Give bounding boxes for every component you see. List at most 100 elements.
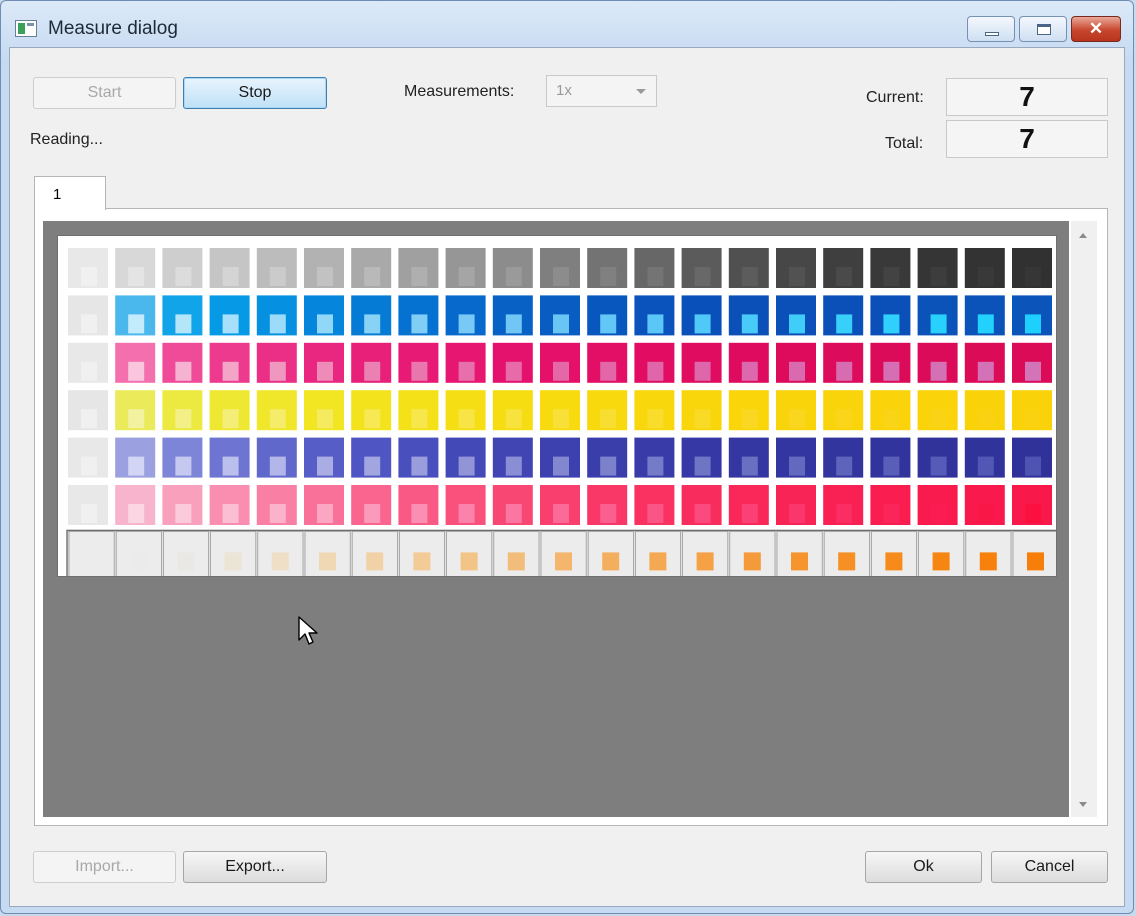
- reference-patch-11: [540, 530, 587, 576]
- color-patch-red-17: [823, 485, 864, 525]
- color-patch-cyan-19: [917, 295, 958, 336]
- color-patch-black-21: [1012, 248, 1052, 288]
- color-patch-violet-8: [398, 437, 439, 478]
- stop-button[interactable]: Stop: [183, 77, 327, 109]
- color-patch-magenta-17: [823, 342, 864, 383]
- color-patch-black-16: [776, 248, 816, 288]
- color-patch-violet-1: [68, 437, 108, 478]
- cancel-button[interactable]: Cancel: [991, 851, 1108, 883]
- color-patch-red-7: [351, 485, 392, 525]
- color-patch-yellow-15: [728, 390, 769, 431]
- color-patch-yellow-17: [823, 390, 864, 431]
- color-patch-black-17: [823, 248, 864, 288]
- color-patch-magenta-14: [681, 342, 722, 383]
- app-window-icon: [15, 20, 37, 37]
- color-patch-magenta-8: [398, 342, 439, 383]
- color-patch-cyan-17: [823, 295, 864, 336]
- measurements-select[interactable]: 1x: [546, 75, 657, 107]
- color-patch-violet-12: [587, 437, 628, 478]
- color-patch-cyan-6: [304, 295, 344, 336]
- color-patch-cyan-13: [634, 295, 675, 336]
- color-patch-red-14: [681, 485, 722, 525]
- close-button[interactable]: ✕: [1071, 16, 1121, 42]
- reference-patch-17: [823, 530, 870, 576]
- ok-button[interactable]: Ok: [865, 851, 982, 883]
- color-patch-cyan-14: [681, 295, 722, 336]
- minimize-icon: [985, 32, 999, 36]
- scroll-down-arrow-icon[interactable]: [1079, 802, 1087, 807]
- color-patch-black-2: [115, 248, 156, 288]
- color-patch-magenta-20: [964, 342, 1005, 383]
- measure-dialog-window: Measure dialog ✕ Start Stop Measurements…: [0, 0, 1134, 914]
- color-patch-red-20: [964, 485, 1005, 525]
- patch-grid: [66, 248, 1056, 576]
- color-patch-yellow-8: [398, 390, 439, 431]
- color-patch-yellow-19: [917, 390, 958, 431]
- color-patch-yellow-5: [256, 390, 297, 431]
- reference-patch-16: [776, 530, 823, 576]
- measurements-value: 1x: [556, 82, 572, 99]
- reference-patch-9: [446, 530, 493, 576]
- color-patch-cyan-7: [351, 295, 392, 336]
- color-patch-magenta-11: [540, 342, 580, 383]
- color-patch-magenta-21: [1012, 342, 1052, 383]
- color-patch-black-13: [634, 248, 675, 288]
- color-patch-cyan-9: [445, 295, 486, 336]
- color-patch-yellow-12: [587, 390, 628, 431]
- tab-1[interactable]: 1: [34, 176, 106, 210]
- reference-patch-2: [115, 530, 162, 576]
- color-patch-violet-7: [351, 437, 392, 478]
- color-patch-violet-15: [728, 437, 769, 478]
- color-patch-magenta-16: [776, 342, 816, 383]
- color-patch-magenta-12: [587, 342, 628, 383]
- color-patch-black-7: [351, 248, 392, 288]
- color-patch-magenta-3: [162, 342, 203, 383]
- color-patch-violet-16: [776, 437, 816, 478]
- minimize-button[interactable]: [967, 16, 1015, 42]
- reference-patch-10: [493, 530, 540, 576]
- title-bar[interactable]: Measure dialog ✕: [1, 1, 1133, 47]
- color-patch-violet-13: [634, 437, 675, 478]
- reference-patch-15: [729, 530, 776, 576]
- reference-patch-5: [257, 530, 304, 576]
- color-patch-violet-2: [115, 437, 156, 478]
- maximize-icon: [1037, 24, 1051, 35]
- color-patch-cyan-20: [964, 295, 1005, 336]
- reference-patch-7: [351, 530, 398, 576]
- color-patch-violet-21: [1012, 437, 1052, 478]
- scroll-up-arrow-icon[interactable]: [1079, 233, 1087, 238]
- color-patch-magenta-2: [115, 342, 156, 383]
- import-button[interactable]: Import...: [33, 851, 176, 883]
- start-button[interactable]: Start: [33, 77, 176, 109]
- color-patch-violet-17: [823, 437, 864, 478]
- color-patch-red-21: [1012, 485, 1052, 525]
- total-counter: 7: [946, 120, 1108, 158]
- color-patch-magenta-7: [351, 342, 392, 383]
- reference-patch-19: [918, 530, 965, 576]
- reference-patch-4: [210, 530, 257, 576]
- color-patch-black-3: [162, 248, 203, 288]
- vertical-scrollbar[interactable]: [1071, 221, 1097, 817]
- export-button[interactable]: Export...: [183, 851, 327, 883]
- color-patch-cyan-21: [1012, 295, 1052, 336]
- color-patch-black-14: [681, 248, 722, 288]
- color-patch-red-11: [540, 485, 580, 525]
- color-patch-red-19: [917, 485, 958, 525]
- reference-patch-21: [1012, 530, 1056, 576]
- color-patch-yellow-3: [162, 390, 203, 431]
- color-patch-yellow-20: [964, 390, 1005, 431]
- color-patch-red-9: [445, 485, 486, 525]
- reference-patch-3: [163, 530, 210, 576]
- color-patch-yellow-10: [492, 390, 533, 431]
- color-patch-cyan-3: [162, 295, 203, 336]
- color-patch-black-8: [398, 248, 439, 288]
- color-patch-violet-5: [256, 437, 297, 478]
- color-patch-yellow-9: [445, 390, 486, 431]
- color-patch-black-19: [917, 248, 958, 288]
- color-patch-yellow-6: [304, 390, 344, 431]
- maximize-button[interactable]: [1019, 16, 1067, 42]
- color-patch-black-5: [256, 248, 297, 288]
- chart-viewport: [43, 221, 1069, 817]
- color-patch-yellow-18: [870, 390, 911, 431]
- color-patch-red-3: [162, 485, 203, 525]
